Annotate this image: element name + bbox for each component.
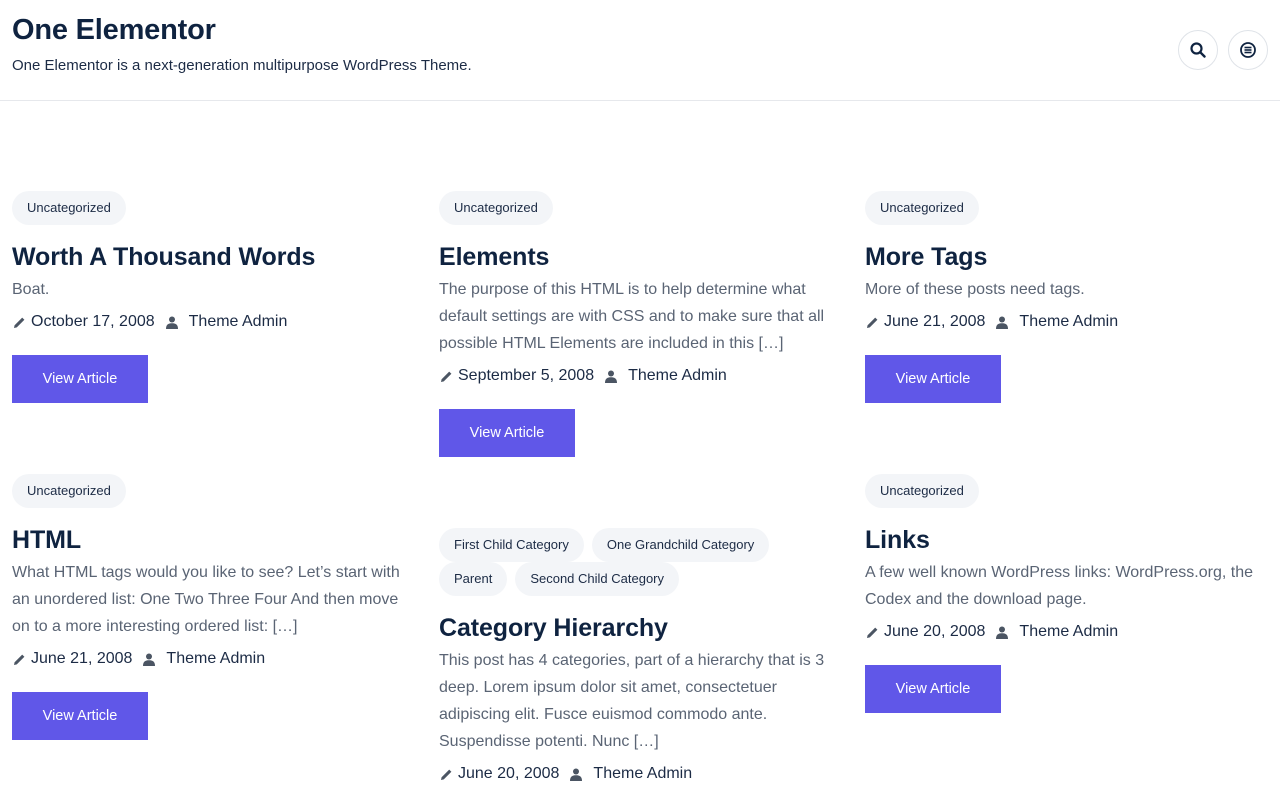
category-tag[interactable]: Uncategorized [865,474,979,508]
post-meta: September 5, 2008 Theme Admin [439,366,841,386]
user-icon [995,315,1009,329]
view-article-button[interactable]: View Article [439,409,575,457]
post-author[interactable]: Theme Admin [1019,623,1118,641]
post-author[interactable]: Theme Admin [628,367,727,385]
post-excerpt: More of these posts need tags. [865,281,1085,298]
post-excerpt: This post has 4 categories, part of a hi… [439,652,825,750]
pencil-icon [865,625,879,639]
post-title[interactable]: Links [865,524,1267,556]
category-tag[interactable]: Uncategorized [12,191,126,225]
post-excerpt: Boat. [12,281,50,298]
pencil-icon [865,315,879,329]
user-icon [569,767,583,781]
view-article-button[interactable]: View Article [865,355,1001,403]
pencil-icon [12,652,26,666]
posts-column-1: Uncategorized Worth A Thousand Words Boa… [12,191,414,740]
pencil-icon [439,767,453,781]
post-meta: June 21, 2008 Theme Admin [12,649,414,669]
pencil-icon [12,315,26,329]
user-icon [604,369,618,383]
post-title[interactable]: Elements [439,241,841,273]
post-title[interactable]: Category Hierarchy [439,612,841,644]
category-tag[interactable]: Uncategorized [439,191,553,225]
post-card: Uncategorized Links A few well known Wor… [865,474,1267,713]
post-title[interactable]: More Tags [865,241,1267,273]
post-card: Uncategorized Worth A Thousand Words Boa… [12,191,414,403]
category-tag[interactable]: Uncategorized [865,191,979,225]
post-author[interactable]: Theme Admin [1019,313,1118,331]
menu-button[interactable] [1228,30,1268,70]
search-button[interactable] [1178,30,1218,70]
post-card: Uncategorized More Tags More of these po… [865,191,1267,403]
post-date[interactable]: June 20, 2008 [884,623,985,641]
site-header: One Elementor One Elementor is a next-ge… [0,0,1280,101]
post-card: First Child Category One Grandchild Cate… [439,528,841,784]
post-date[interactable]: September 5, 2008 [458,367,594,385]
category-tag[interactable]: Uncategorized [12,474,126,508]
post-excerpt: A few well known WordPress links: WordPr… [865,564,1253,608]
post-author[interactable]: Theme Admin [166,650,265,668]
post-excerpt: The purpose of this HTML is to help dete… [439,281,825,352]
post-card: Uncategorized HTML What HTML tags would … [12,474,414,740]
post-date[interactable]: October 17, 2008 [31,313,155,331]
view-article-button[interactable]: View Article [12,692,148,740]
category-tag[interactable]: Parent [439,562,508,596]
post-author[interactable]: Theme Admin [593,765,692,783]
user-icon [995,625,1009,639]
view-article-button[interactable]: View Article [12,355,148,403]
post-meta: June 21, 2008 Theme Admin [865,312,1267,332]
category-tag[interactable]: First Child Category [439,528,584,562]
post-title[interactable]: Worth A Thousand Words [12,241,414,273]
pencil-icon [439,369,453,383]
category-tag[interactable]: One Grandchild Category [591,528,770,562]
category-tag[interactable]: Second Child Category [515,562,680,596]
post-meta: June 20, 2008 Theme Admin [865,622,1267,642]
menu-icon [1240,42,1256,58]
user-icon [142,652,156,666]
search-icon [1190,42,1206,58]
post-meta: October 17, 2008 Theme Admin [12,312,414,332]
post-card: Uncategorized Elements The purpose of th… [439,191,841,457]
post-date[interactable]: June 21, 2008 [884,313,985,331]
post-title[interactable]: HTML [12,524,414,556]
post-meta: June 20, 2008 Theme Admin [439,764,841,784]
site-tagline: One Elementor is a next-generation multi… [12,57,472,74]
site-title[interactable]: One Elementor [12,14,216,47]
post-excerpt: What HTML tags would you like to see? Le… [12,564,400,635]
post-author[interactable]: Theme Admin [189,313,288,331]
user-icon [165,315,179,329]
posts-column-3: Uncategorized More Tags More of these po… [865,191,1267,713]
posts-column-2: Uncategorized Elements The purpose of th… [439,191,841,784]
view-article-button[interactable]: View Article [865,665,1001,713]
post-date[interactable]: June 20, 2008 [458,765,559,783]
post-date[interactable]: June 21, 2008 [31,650,132,668]
